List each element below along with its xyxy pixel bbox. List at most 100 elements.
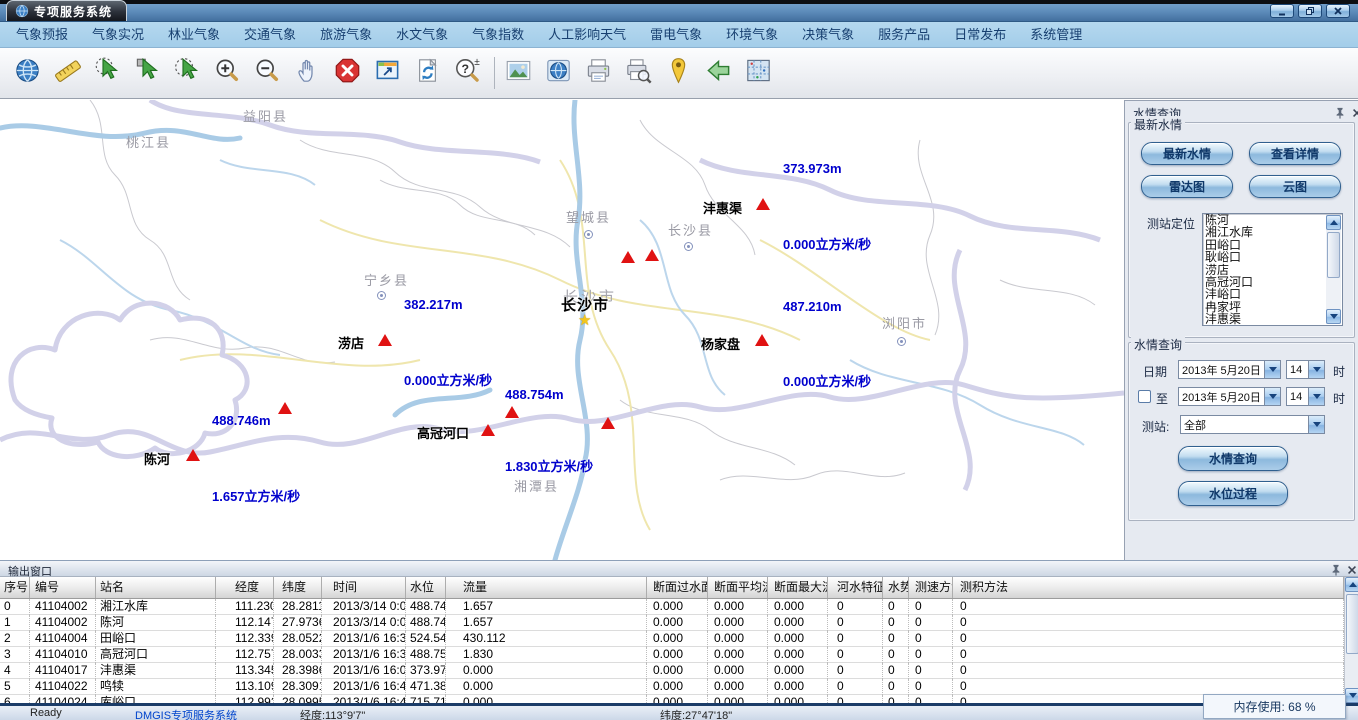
date-from-dropdown-icon[interactable] [1264, 361, 1280, 378]
column-header-10[interactable]: 断面平均流 [708, 577, 768, 599]
table-row[interactable]: 541104022鸣犊113.10944428.3091672013/1/6 1… [0, 679, 1344, 695]
table-row[interactable]: 241104004田峪口112.33916728.0522222013/1/6 … [0, 631, 1344, 647]
table-row[interactable]: 341104010高冠河口112.75722228.0033332013/1/6… [0, 647, 1344, 663]
station-marker-icon[interactable] [756, 198, 770, 210]
hour-to-dropdown-icon[interactable] [1308, 388, 1324, 405]
column-header-9[interactable]: 断面过水面 [647, 577, 708, 599]
measure-tool-button[interactable] [52, 56, 83, 90]
identify-tool-button[interactable]: ?± [452, 56, 483, 90]
select-element-tool-button[interactable] [132, 56, 163, 90]
menu-item-4[interactable]: 交通气象 [232, 22, 308, 47]
column-header-1[interactable]: 序号 [0, 577, 30, 599]
menu-item-6[interactable]: 水文气象 [384, 22, 460, 47]
station-list-item[interactable]: 沣惠渠 [1203, 313, 1326, 325]
table-row[interactable]: 041104002湘江水库111.23000028.2811112013/3/1… [0, 599, 1344, 615]
station-marker-icon[interactable] [186, 449, 200, 461]
column-header-4[interactable]: 经度 [216, 577, 274, 599]
world-tool-button[interactable] [543, 56, 574, 90]
column-header-13[interactable]: 水势 [883, 577, 909, 599]
scroll-down-button[interactable] [1326, 309, 1341, 324]
table-row[interactable]: 441104017沣惠渠113.34527828.3986112013/1/6 … [0, 663, 1344, 679]
menu-item-13[interactable]: 日常发布 [942, 22, 1018, 47]
zoom-in-tool-button[interactable] [212, 56, 243, 90]
station-marker-icon[interactable] [378, 334, 392, 346]
print-preview-tool-button[interactable] [623, 56, 654, 90]
column-header-7[interactable]: 水位 [406, 577, 446, 599]
column-header-5[interactable]: 纬度 [274, 577, 322, 599]
date-from-combo[interactable]: 2013年 5月20日 [1178, 360, 1281, 379]
station-marker-icon[interactable] [278, 402, 292, 414]
fit-window-tool-button[interactable] [372, 56, 403, 90]
station-list-scrollbar[interactable] [1326, 215, 1341, 324]
scroll-thumb[interactable] [1327, 232, 1340, 278]
date-to-combo[interactable]: 2013年 5月20日 [1178, 387, 1281, 406]
station-marker-icon[interactable] [481, 424, 495, 436]
station-marker-icon[interactable] [645, 249, 659, 261]
column-header-15[interactable]: 测积方法 [953, 577, 1344, 599]
hour-from-dropdown-icon[interactable] [1308, 361, 1324, 378]
station-dropdown-icon[interactable] [1308, 416, 1324, 433]
output-pin-icon[interactable] [1330, 563, 1342, 575]
table-row[interactable]: 141104002陈河112.14777827.9736112013/3/14 … [0, 615, 1344, 631]
station-combo[interactable]: 全部 [1180, 415, 1325, 434]
menu-item-8[interactable]: 人工影响天气 [536, 22, 638, 47]
map-view[interactable]: 益阳县桃江县望城县长沙县宁乡县长沙市浏阳市湘潭县沣惠渠长沙市涝店杨家盘高冠河口陈… [0, 100, 1124, 560]
table-scroll-thumb[interactable] [1346, 594, 1358, 654]
pan-tool-button[interactable] [292, 56, 323, 90]
panel-pin-icon[interactable] [1334, 106, 1346, 118]
column-header-8[interactable]: 流量 [446, 577, 647, 599]
scroll-up-button[interactable] [1326, 215, 1341, 230]
station-marker-icon[interactable] [505, 406, 519, 418]
station-list-item[interactable]: 湘江水库 [1203, 226, 1326, 238]
column-header-14[interactable]: 测速方法 [909, 577, 953, 599]
stop-tool-button[interactable] [332, 56, 363, 90]
water-query-button[interactable]: 水情查询 [1178, 446, 1288, 471]
column-header-2[interactable]: 编号 [30, 577, 96, 599]
image-tool-button[interactable] [503, 56, 534, 90]
station-marker-icon[interactable] [621, 251, 635, 263]
table-row[interactable]: 641104024库峪口112.99277828.0995832013/1/6 … [0, 695, 1344, 703]
panel-close-icon[interactable] [1351, 106, 1358, 118]
back-tool-button[interactable] [703, 56, 734, 90]
station-marker-icon[interactable] [755, 334, 769, 346]
radar-chart-button[interactable]: 雷达图 [1141, 175, 1233, 198]
column-header-6[interactable]: 时间 [322, 577, 406, 599]
menu-item-9[interactable]: 雷电气象 [638, 22, 714, 47]
station-list-item[interactable]: 耿峪口 [1203, 251, 1326, 263]
menu-item-10[interactable]: 环境气象 [714, 22, 790, 47]
latest-water-button[interactable]: 最新水情 [1141, 142, 1233, 165]
locate-pin-tool-button[interactable] [663, 56, 694, 90]
column-header-3[interactable]: 站名 [96, 577, 216, 599]
refresh-tool-button[interactable] [412, 56, 443, 90]
menu-item-7[interactable]: 气象指数 [460, 22, 536, 47]
menu-item-2[interactable]: 气象实况 [80, 22, 156, 47]
column-header-12[interactable]: 河水特征码 [828, 577, 883, 599]
menu-item-3[interactable]: 林业气象 [156, 22, 232, 47]
menu-item-14[interactable]: 系统管理 [1018, 22, 1094, 47]
output-close-icon[interactable] [1346, 563, 1358, 575]
date-to-dropdown-icon[interactable] [1264, 388, 1280, 405]
menu-item-1[interactable]: 气象预报 [4, 22, 80, 47]
station-list-item[interactable]: 沣峪口 [1203, 288, 1326, 300]
zoom-out-tool-button[interactable] [252, 56, 283, 90]
station-marker-icon[interactable] [601, 417, 615, 429]
globe-tool-button[interactable] [12, 56, 43, 90]
hour-to-combo[interactable]: 14 [1286, 387, 1325, 406]
close-button[interactable] [1326, 4, 1350, 18]
map-grid-tool-button[interactable] [743, 56, 774, 90]
select-polygon-tool-button[interactable] [92, 56, 123, 90]
water-level-process-button[interactable]: 水位过程 [1178, 481, 1288, 506]
restore-button[interactable] [1298, 4, 1322, 18]
column-header-11[interactable]: 断面最大流 [768, 577, 828, 599]
view-details-button[interactable]: 查看详情 [1249, 142, 1341, 165]
print-tool-button[interactable] [583, 56, 614, 90]
output-table-body[interactable]: 041104002湘江水库111.23000028.2811112013/3/1… [0, 599, 1344, 703]
station-listbox[interactable]: 陈河湘江水库田峪口耿峪口涝店高冠河口沣峪口冉家坪沣惠渠 [1202, 213, 1343, 326]
table-scroll-down-button[interactable] [1345, 688, 1358, 703]
menu-item-12[interactable]: 服务产品 [866, 22, 942, 47]
output-table-scrollbar[interactable] [1344, 577, 1358, 703]
hour-from-combo[interactable]: 14 [1286, 360, 1325, 379]
app-title-tab[interactable]: 专项服务系统 [6, 0, 127, 21]
table-scroll-up-button[interactable] [1345, 577, 1358, 592]
cloud-chart-button[interactable]: 云图 [1249, 175, 1341, 198]
